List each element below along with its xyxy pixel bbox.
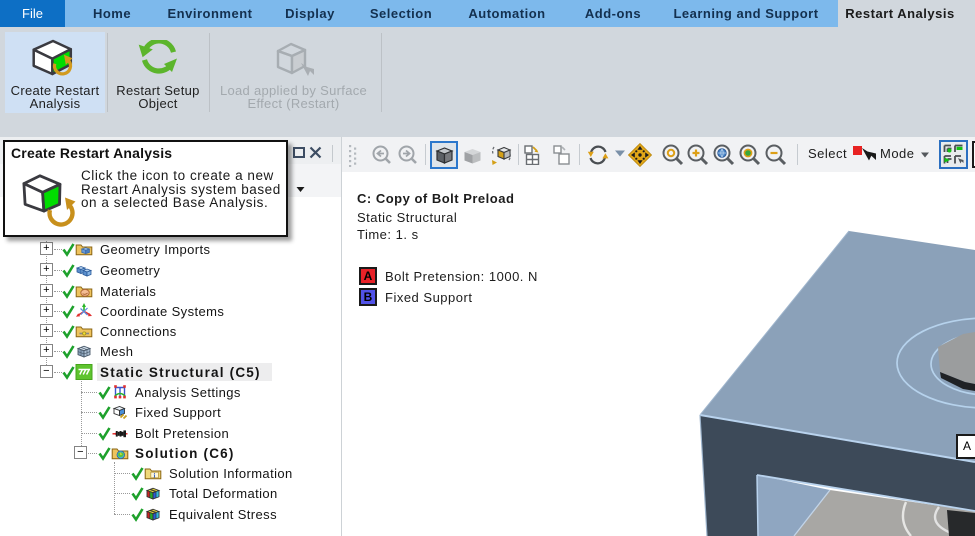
svg-text:i: i	[153, 472, 155, 479]
